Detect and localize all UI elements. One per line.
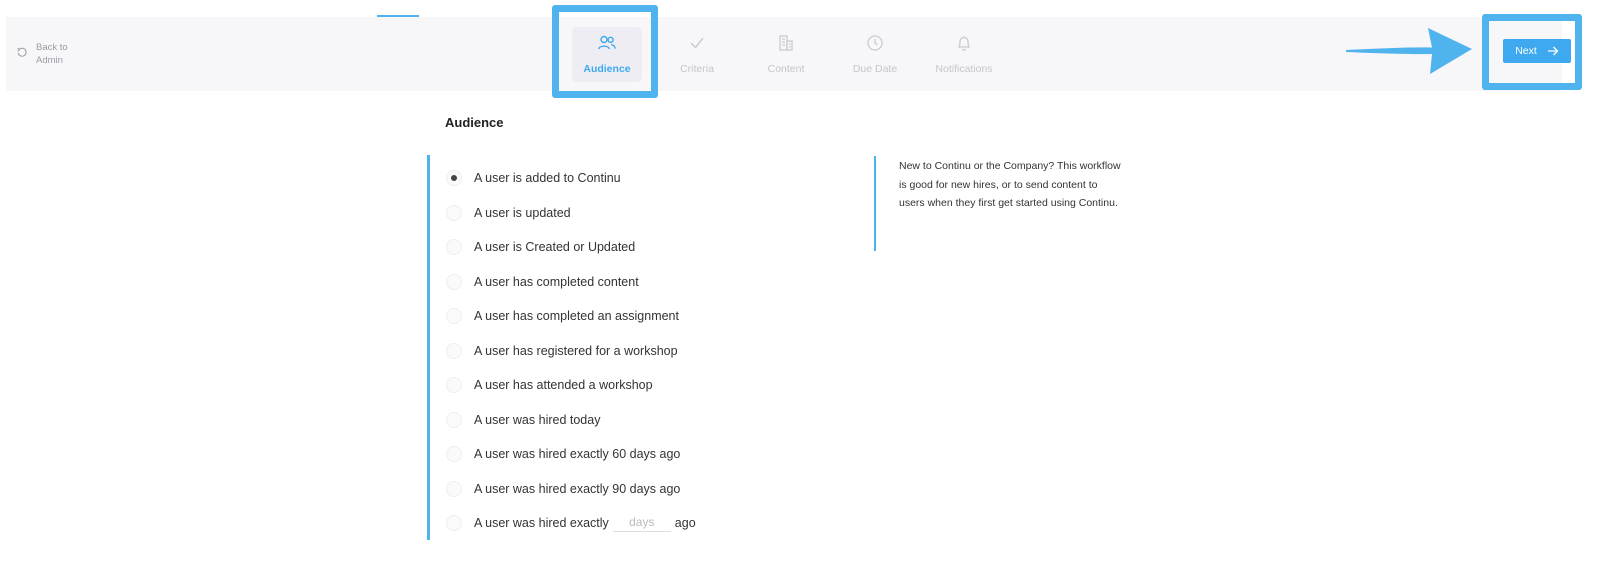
back-label: Back to Admin: [36, 42, 68, 66]
option-suffix: ago: [674, 516, 696, 530]
option-hired-today[interactable]: A user was hired today: [446, 411, 696, 447]
radio-button[interactable]: [446, 342, 462, 359]
clock-icon: [867, 35, 883, 51]
option-hired-60-days[interactable]: A user was hired exactly 60 days ago: [446, 446, 696, 481]
option-created-or-updated[interactable]: A user is Created or Updated: [446, 239, 696, 274]
step-label: Due Date: [852, 63, 898, 75]
step-content[interactable]: Content: [738, 34, 834, 75]
step-label: Notifications: [935, 63, 993, 75]
radio-button[interactable]: [446, 204, 462, 221]
description-accent-bar: [874, 156, 876, 251]
option-label: A user was hired today: [474, 412, 601, 427]
radio-button[interactable]: [446, 239, 462, 255]
days-input[interactable]: [612, 513, 671, 532]
option-label: A user is updated: [474, 205, 571, 220]
bell-icon: [957, 36, 971, 51]
options-accent-bar: [427, 155, 430, 540]
option-label: A user was hired exactly 60 days ago: [474, 447, 681, 461]
undo-icon: [17, 47, 27, 57]
option-label: A user is Created or Updated: [474, 240, 636, 254]
step-criteria[interactable]: Criteria: [649, 34, 745, 75]
building-icon: [779, 35, 793, 51]
step-label: Content: [767, 63, 805, 75]
workflow-description: New to Continu or the Company? This work…: [899, 160, 1121, 209]
pointer-arrow: [1346, 28, 1472, 74]
option-label: A user has attended a workshop: [474, 378, 653, 392]
radio-button[interactable]: [446, 170, 462, 186]
radio-button[interactable]: [446, 273, 462, 290]
option-label: A user has completed an assignment: [474, 309, 679, 323]
audience-options: A user is added to Continu A user is upd…: [446, 170, 696, 550]
back-to-admin-link[interactable]: Back to Admin: [16, 41, 76, 67]
next-label: Next: [1515, 45, 1537, 57]
option-added-to-continu[interactable]: A user is added to Continu: [446, 170, 696, 205]
option-completed-assignment[interactable]: A user has completed an assignment: [446, 308, 696, 343]
radio-button[interactable]: [446, 480, 462, 497]
option-label: A user was hired exactly 90 days ago: [474, 481, 681, 496]
option-label: A user has completed content: [474, 274, 639, 289]
step-label: Criteria: [680, 63, 714, 75]
arrow-right-icon: [1547, 46, 1559, 56]
option-hired-90-days[interactable]: A user was hired exactly 90 days ago: [446, 480, 696, 516]
progress-indicator: [377, 15, 419, 17]
option-hired-custom-days[interactable]: A user was hired exactly ago: [446, 513, 696, 550]
step-notifications[interactable]: Notifications: [916, 34, 1012, 75]
option-registered-workshop[interactable]: A user has registered for a workshop: [446, 342, 696, 378]
radio-button[interactable]: [446, 377, 462, 393]
option-completed-content[interactable]: A user has completed content: [446, 273, 696, 309]
option-label: A user is added to Continu: [474, 171, 621, 185]
section-title: Audience: [445, 115, 504, 130]
check-icon: [690, 37, 704, 49]
step-due-date[interactable]: Due Date: [827, 34, 923, 75]
radio-button[interactable]: [446, 515, 462, 531]
option-attended-workshop[interactable]: A user has attended a workshop: [446, 377, 696, 412]
option-user-updated[interactable]: A user is updated: [446, 204, 696, 240]
option-label: A user has registered for a workshop: [474, 343, 678, 358]
radio-button[interactable]: [446, 411, 462, 428]
option-label: A user was hired exactly: [474, 516, 609, 530]
radio-button[interactable]: [446, 446, 462, 462]
audience-highlight-box: [552, 5, 658, 98]
radio-button[interactable]: [446, 308, 462, 324]
next-button[interactable]: Next: [1503, 39, 1571, 63]
